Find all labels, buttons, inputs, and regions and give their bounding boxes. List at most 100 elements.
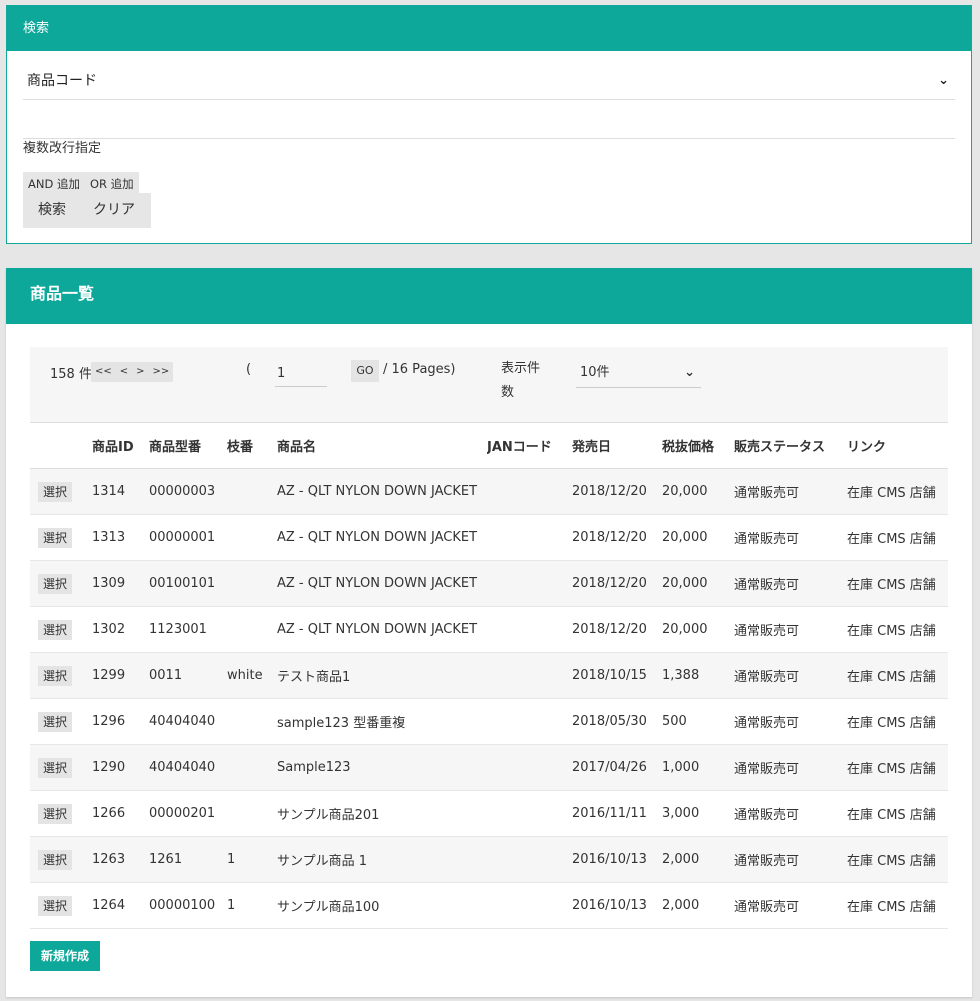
- release-date-cell: 2018/10/15: [572, 668, 647, 683]
- go-button[interactable]: GO: [351, 360, 379, 382]
- sales-status-cell: 通常販売可: [734, 716, 800, 731]
- model-number-cell: 00000201: [149, 806, 216, 821]
- price-cell: 1,000: [662, 760, 700, 775]
- select-cell: 選択: [30, 895, 92, 916]
- search-panel-title: 検索: [7, 6, 971, 51]
- table-header-row: 商品ID 商品型番 枝番 商品名 JANコード 発売日 税抜価格 販売ステータス…: [30, 423, 948, 469]
- price-cell: 20,000: [662, 530, 708, 545]
- select-button[interactable]: 選択: [38, 895, 73, 916]
- search-action-group: 検索 クリア: [23, 193, 151, 228]
- release-date-cell: 2016/10/13: [572, 852, 647, 867]
- release-date-cell: 2018/12/20: [572, 576, 647, 591]
- page-open-paren: (: [246, 362, 252, 377]
- links-cell[interactable]: 在庫 CMS 店舗: [847, 712, 947, 731]
- display-count-select[interactable]: 10件 ⌄: [576, 360, 701, 388]
- model-number-cell: 00000001: [149, 530, 216, 545]
- select-button[interactable]: 選択: [38, 619, 73, 640]
- create-new-button[interactable]: 新規作成: [30, 941, 100, 971]
- price-cell: 2,000: [662, 898, 700, 913]
- release-date-cell: 2018/12/20: [572, 622, 647, 637]
- links-cell[interactable]: 在庫 CMS 店舗: [847, 896, 947, 915]
- sales-status-cell: 通常販売可: [734, 762, 800, 777]
- product-id-cell: 1264: [92, 898, 126, 913]
- model-number-cell: 1261: [149, 852, 183, 867]
- select-cell: 選択: [30, 849, 92, 870]
- display-count-label: 表示件数: [501, 361, 541, 400]
- table-row: 選択 1313 00000001 AZ - QLT NYLON DOWN JACKET…: [30, 515, 948, 561]
- chevron-down-icon: ⌄: [938, 73, 949, 88]
- product-table: 商品ID 商品型番 枝番 商品名 JANコード 発売日 税抜価格 販売ステータス…: [30, 423, 948, 929]
- product-name-cell: サンプル商品 1: [277, 854, 368, 869]
- sales-status-cell: 通常販売可: [734, 670, 800, 685]
- links-cell[interactable]: 在庫 CMS 店舗: [847, 574, 947, 593]
- select-button[interactable]: 選択: [38, 711, 73, 732]
- total-pages: / 16 Pages): [383, 362, 456, 377]
- chevron-down-icon: ⌄: [684, 365, 695, 380]
- links-cell[interactable]: 在庫 CMS 店舗: [847, 620, 947, 639]
- search-field-select[interactable]: 商品コード ⌄: [23, 64, 955, 100]
- links-cell[interactable]: 在庫 CMS 店舗: [847, 850, 947, 869]
- links-cell[interactable]: 在庫 CMS 店舗: [847, 758, 947, 777]
- search-keyword-input[interactable]: [23, 102, 955, 139]
- product-id-cell: 1299: [92, 668, 126, 683]
- next-page-button[interactable]: >: [132, 362, 148, 382]
- sales-status-cell: 通常販売可: [734, 900, 800, 915]
- page-number-input[interactable]: 1: [275, 360, 327, 387]
- header-product-name: 商品名: [277, 440, 317, 455]
- product-id-cell: 1266: [92, 806, 126, 821]
- first-page-button[interactable]: <<: [91, 362, 116, 382]
- select-cell: 選択: [30, 711, 92, 732]
- select-cell: 選択: [30, 665, 92, 686]
- price-cell: 20,000: [662, 576, 708, 591]
- select-button[interactable]: 選択: [38, 665, 73, 686]
- last-page-button[interactable]: >>: [149, 362, 174, 382]
- product-id-cell: 1314: [92, 484, 126, 499]
- price-cell: 500: [662, 714, 687, 729]
- search-panel: 検索 商品コード ⌄ 複数改行指定 AND 追加 OR 追加 検索 クリア: [6, 5, 972, 244]
- table-row: 選択 1314 00000003 AZ - QLT NYLON DOWN JACKET…: [30, 469, 948, 515]
- table-row: 選択 1263 1261 1 サンプル商品 1 2016/10/13 2,000 通常販売可 在…: [30, 837, 948, 883]
- release-date-cell: 2016/10/13: [572, 898, 647, 913]
- select-button[interactable]: 選択: [38, 849, 73, 870]
- product-id-cell: 1296: [92, 714, 126, 729]
- links-cell[interactable]: 在庫 CMS 店舗: [847, 804, 947, 823]
- select-button[interactable]: 選択: [38, 573, 73, 594]
- price-cell: 20,000: [662, 484, 708, 499]
- search-field-select-value: 商品コード: [27, 73, 97, 89]
- links-cell[interactable]: 在庫 CMS 店舗: [847, 528, 947, 547]
- table-row: 選択 1309 00100101 AZ - QLT NYLON DOWN JACKET…: [30, 561, 948, 607]
- header-model-number: 商品型番: [149, 440, 202, 455]
- product-id-cell: 1263: [92, 852, 126, 867]
- release-date-cell: 2016/11/11: [572, 806, 647, 821]
- branch-number-cell: 1: [227, 852, 236, 867]
- select-button[interactable]: 選択: [38, 803, 73, 824]
- product-name-cell: AZ - QLT NYLON DOWN JACKET: [277, 622, 478, 637]
- release-date-cell: 2018/12/20: [572, 484, 647, 499]
- sales-status-cell: 通常販売可: [734, 486, 800, 501]
- select-cell: 選択: [30, 481, 92, 502]
- prev-page-button[interactable]: <: [116, 362, 132, 382]
- result-count: 158 件: [50, 367, 92, 382]
- search-button[interactable]: 検索: [23, 193, 78, 228]
- select-button[interactable]: 選択: [38, 527, 73, 548]
- select-cell: 選択: [30, 803, 92, 824]
- links-cell[interactable]: 在庫 CMS 店舗: [847, 482, 947, 501]
- header-price: 税抜価格: [662, 440, 715, 455]
- select-cell: 選択: [30, 527, 92, 548]
- multi-line-label[interactable]: 複数改行指定: [23, 137, 101, 156]
- model-number-cell: 00100101: [149, 576, 216, 591]
- clear-button[interactable]: クリア: [78, 193, 147, 228]
- links-cell[interactable]: 在庫 CMS 店舗: [847, 666, 947, 685]
- select-button[interactable]: 選択: [38, 481, 73, 502]
- header-release-date: 発売日: [572, 440, 612, 455]
- sales-status-cell: 通常販売可: [734, 532, 800, 547]
- display-count-value: 10件: [580, 365, 610, 380]
- header-branch-number: 枝番: [227, 440, 254, 455]
- release-date-cell: 2018/05/30: [572, 714, 647, 729]
- sales-status-cell: 通常販売可: [734, 624, 800, 639]
- sales-status-cell: 通常販売可: [734, 854, 800, 869]
- product-id-cell: 1313: [92, 530, 126, 545]
- select-cell: 選択: [30, 573, 92, 594]
- select-button[interactable]: 選択: [38, 757, 73, 778]
- table-row: 選択 1264 00000100 1 サンプル商品100 2016/10/13 2,000 通…: [30, 883, 948, 929]
